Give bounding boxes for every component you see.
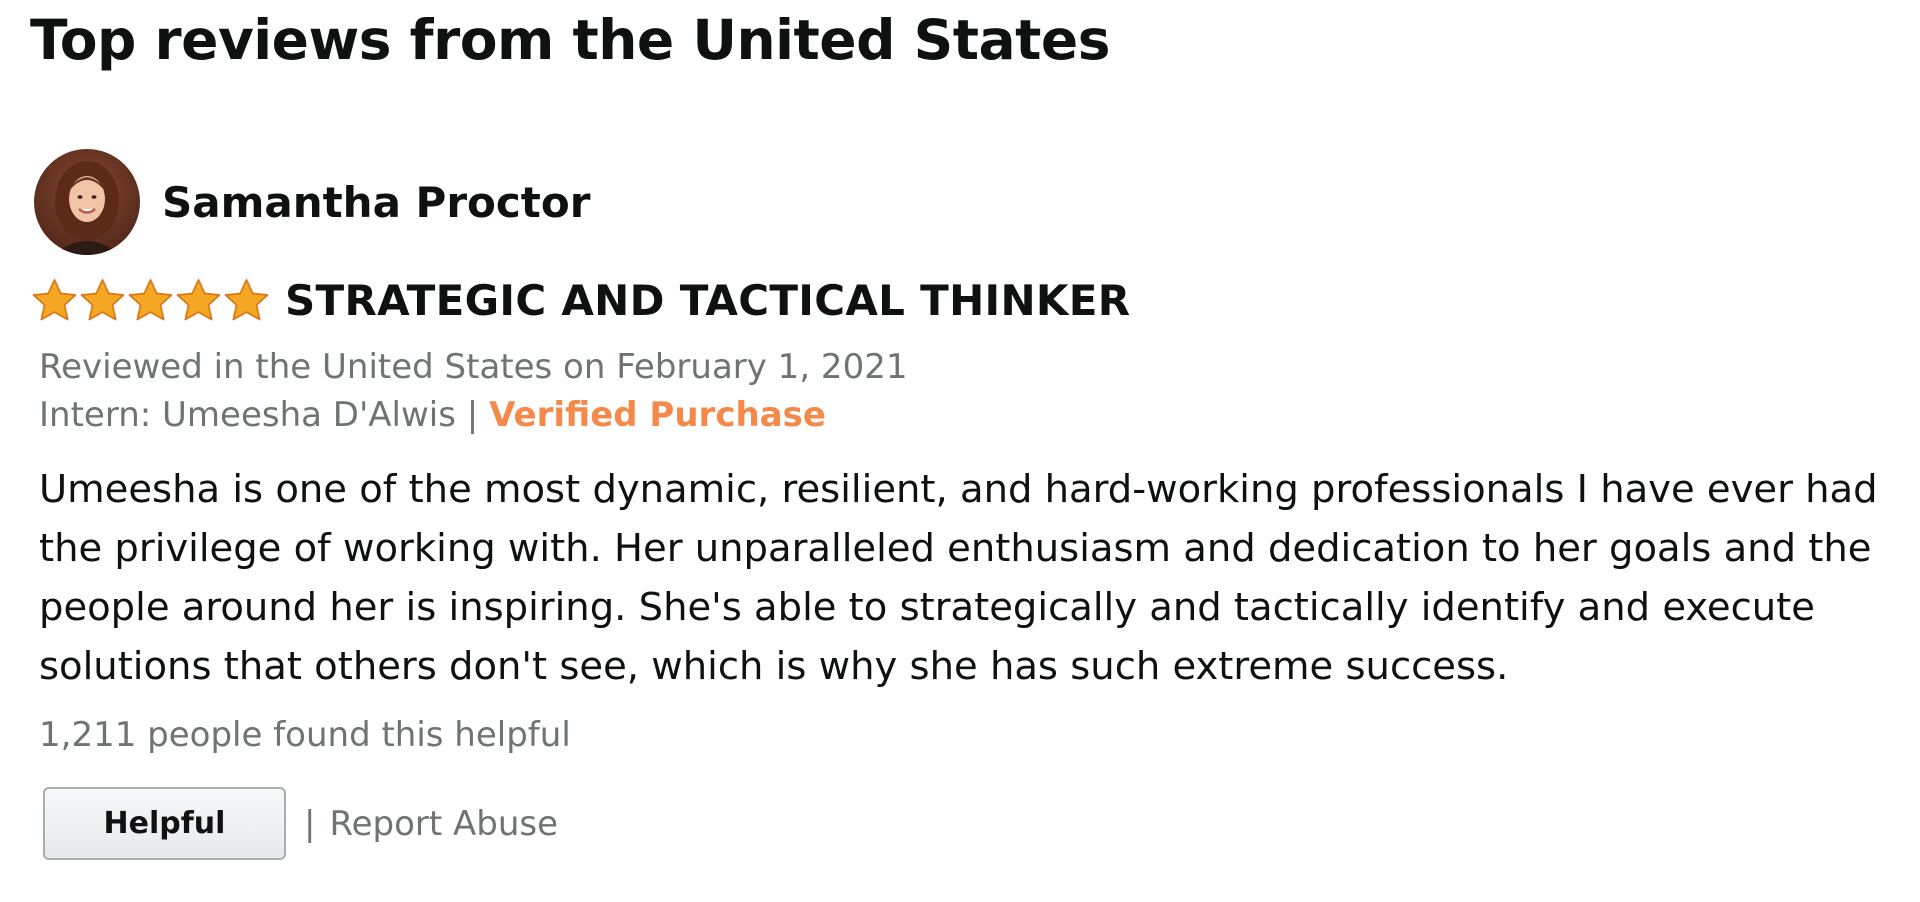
review-body: Umeesha is one of the most dynamic, resi… — [39, 460, 1919, 696]
review-actions: Helpful | Report Abuse — [43, 787, 558, 860]
avatar[interactable] — [34, 149, 140, 255]
star-icon — [128, 279, 173, 321]
review-text: Umeesha is one of the most dynamic, resi… — [39, 467, 1878, 689]
reviewer-photo-icon — [34, 149, 140, 255]
verified-purchase-badge: Verified Purchase — [489, 395, 826, 435]
star-icon — [32, 279, 77, 321]
review-format-row: Intern: Umeesha D'Alwis | Verified Purch… — [39, 395, 826, 435]
reviewer-name[interactable]: Samantha Proctor — [162, 178, 590, 227]
helpful-count: 1,211 people found this helpful — [39, 715, 571, 755]
action-separator: | — [304, 803, 316, 844]
star-icon — [176, 279, 221, 321]
rating-row: STRATEGIC AND TACTICAL THINKER — [31, 276, 1130, 325]
review-title[interactable]: STRATEGIC AND TACTICAL THINKER — [285, 276, 1130, 325]
reviewer-profile[interactable]: Samantha Proctor — [34, 149, 590, 255]
report-abuse-link[interactable]: Report Abuse — [329, 804, 558, 844]
star-rating[interactable] — [31, 277, 271, 324]
section-title: Top reviews from the United States — [30, 8, 1110, 72]
format-separator: | — [466, 395, 479, 435]
star-icon — [80, 279, 125, 321]
review-date: Reviewed in the United States on Februar… — [39, 347, 908, 387]
format-label[interactable]: Intern: Umeesha D'Alwis — [39, 395, 456, 435]
star-icon — [224, 279, 269, 321]
helpful-button[interactable]: Helpful — [43, 787, 286, 860]
